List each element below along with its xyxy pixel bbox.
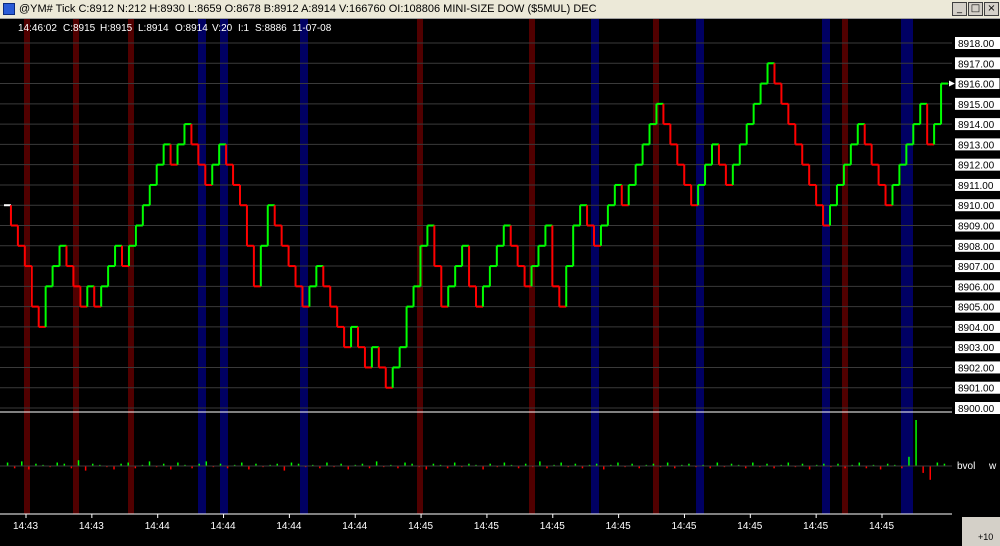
price-tick-label: 8911.00: [958, 181, 994, 192]
price-tick-label: 8900.00: [958, 404, 995, 415]
info-interval: I:1: [238, 23, 250, 34]
price-tick-label: 8904.00: [958, 323, 995, 334]
time-tick-label: 14:45: [540, 521, 565, 532]
time-tick-label: 14:44: [276, 521, 301, 532]
last-price-label: 8916.00: [958, 80, 995, 91]
price-chart[interactable]: 8918.00 8917.00 8916.00 8915.00 8914.00 8913.…: [0, 19, 1000, 546]
time-tick-label: 14:44: [145, 521, 170, 532]
time-tick-label: 14:44: [211, 521, 236, 532]
price-axis: 8918.00 8917.00 8916.00 8915.00 8914.00 8913.…: [949, 35, 1000, 416]
close-button[interactable]: ×: [984, 2, 999, 16]
price-tick-label: 8912.00: [958, 161, 995, 172]
price-tick-label: 8909.00: [958, 222, 995, 233]
price-tick-label: 8914.00: [958, 120, 995, 131]
time-tick-label: 14:45: [869, 521, 894, 532]
info-settle: S:8886: [255, 23, 287, 34]
price-tick-label: 8908.00: [958, 242, 995, 253]
time-tick-label: 14:45: [474, 521, 499, 532]
info-low: L:8914: [138, 23, 169, 34]
zoom-label[interactable]: +10: [978, 532, 993, 542]
price-tick-label: 8901.00: [958, 384, 995, 395]
info-time: 14:46:02: [18, 23, 57, 34]
time-tick-label: 14:45: [408, 521, 433, 532]
time-tick-label: 14:44: [342, 521, 367, 532]
price-tick-label: 8903.00: [958, 343, 995, 354]
bvol-indicator: [0, 420, 952, 480]
time-tick-label: 14:43: [79, 521, 104, 532]
last-price-marker: [949, 80, 955, 87]
price-tick-label: 8917.00: [958, 59, 995, 70]
info-open: O:8914: [175, 23, 208, 34]
time-tick-label: 14:45: [671, 521, 696, 532]
time-tick-label: 14:45: [737, 521, 762, 532]
indicator-cut-label: w: [988, 461, 997, 472]
price-tick-label: 8907.00: [958, 262, 995, 273]
time-tick-label: 14:45: [606, 521, 631, 532]
maximize-button[interactable]: □: [968, 2, 983, 16]
chart-area[interactable]: 8918.00 8917.00 8916.00 8915.00 8914.00 8913.…: [0, 19, 1000, 546]
time-tick-label: 14:43: [13, 521, 38, 532]
info-volume: V:20: [212, 23, 233, 34]
grid-layer: [0, 42, 952, 515]
price-tick-label: 8905.00: [958, 303, 995, 314]
price-tick-label: 8915.00: [958, 100, 995, 111]
price-tick-label: 8902.00: [958, 363, 995, 374]
price-tick-label: 8906.00: [958, 282, 995, 293]
price-tick-label: 8910.00: [958, 201, 995, 212]
window-titlebar: @YM# Tick C:8912 N:212 H:8930 L:8659 O:8…: [0, 0, 1000, 19]
window-title: @YM# Tick C:8912 N:212 H:8930 L:8659 O:8…: [19, 3, 597, 15]
info-date: 11-07-08: [292, 23, 332, 34]
app-icon: [3, 3, 15, 15]
price-tick-label: 8918.00: [958, 39, 995, 50]
time-axis: 14:43 14:43 14:44 14:44 14:44 14:44 14:45 14:45…: [13, 514, 894, 532]
info-close: C:8915: [63, 23, 96, 34]
indicator-name: bvol: [957, 461, 975, 472]
time-tick-label: 14:45: [803, 521, 828, 532]
info-high: H:8915: [100, 23, 133, 34]
price-tick-label: 8913.00: [958, 140, 995, 151]
minimize-button[interactable]: _: [952, 2, 967, 16]
